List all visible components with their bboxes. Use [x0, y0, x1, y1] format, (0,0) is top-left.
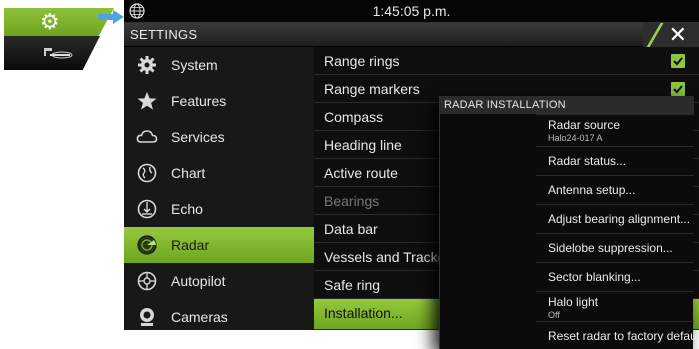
sidebar-item-label: Echo — [171, 201, 203, 217]
option-label: Heading line — [324, 137, 402, 153]
option-label: Installation... — [324, 305, 403, 321]
option-label: Bearings — [324, 193, 380, 209]
sidebar-item-features[interactable]: Features — [124, 83, 314, 119]
dialog-item-antenna-setup[interactable]: Antenna setup... — [536, 175, 694, 203]
option-label: Active route — [324, 165, 398, 181]
sidebar-item-label: Autopilot — [171, 273, 226, 289]
echo-icon — [137, 199, 157, 219]
close-icon[interactable]: ✕ — [669, 22, 687, 48]
dialog-item-label: Reset radar to factory defaults... — [548, 329, 699, 343]
dialog-left-panel — [440, 114, 536, 349]
dialog-item-label: Antenna setup... — [548, 183, 636, 197]
option-label: Vessels and Tracked — [324, 249, 454, 265]
radar-icon — [137, 235, 157, 255]
dialog-item-halo-light[interactable]: Halo light Off — [536, 291, 694, 321]
option-label: Range rings — [324, 53, 400, 69]
dialog-item-label: Adjust bearing alignment... — [548, 212, 691, 226]
divider — [645, 23, 664, 49]
dialog-item-reset-radar[interactable]: Reset radar to factory defaults... — [536, 321, 699, 349]
gear-icon: ⚙ — [40, 9, 60, 34]
dialog-item-label: Sidelobe suppression... — [548, 241, 673, 255]
sidebar-item-radar[interactable]: Radar — [124, 227, 314, 263]
option-label: Data bar — [324, 221, 378, 237]
radar-thumbnail — [4, 36, 100, 70]
dialog-item-sector-blanking[interactable]: Sector blanking... — [536, 262, 694, 290]
dialog-item-sidelobe-suppression[interactable]: Sidelobe suppression... — [536, 233, 694, 261]
globe-icon — [137, 163, 157, 183]
sidebar-item-cameras[interactable]: Cameras — [124, 299, 314, 330]
dialog-title: RADAR INSTALLATION — [440, 96, 694, 114]
sidebar-item-label: Radar — [171, 237, 210, 253]
dialog-item-label: Halo light — [548, 295, 599, 309]
option-range-rings[interactable]: Range rings — [314, 47, 699, 75]
dialog-item-label: Radar source — [548, 118, 621, 132]
sidebar-item-echo[interactable]: Echo — [124, 191, 314, 227]
dialog-item-adjust-bearing-alignment[interactable]: Adjust bearing alignment... — [536, 204, 694, 232]
radar-installation-dialog: RADAR INSTALLATION Radar source Halo24-0… — [439, 96, 699, 349]
status-bar: 1:45:05 p.m. — [124, 0, 699, 23]
checkmark-icon — [673, 57, 683, 66]
title-bar: SETTINGS ✕ — [124, 22, 699, 49]
sidebar-item-label: System — [171, 57, 218, 73]
star-icon — [137, 92, 157, 110]
sidebar-item-chart[interactable]: Chart — [124, 155, 314, 191]
sidebar-item-system[interactable]: System — [124, 47, 314, 83]
clock: 1:45:05 p.m. — [372, 3, 451, 19]
option-label: Compass — [324, 109, 384, 125]
page-title: SETTINGS — [130, 27, 198, 42]
sidebar-item-label: Chart — [171, 165, 206, 181]
dialog-item-value: Halo24-017 A — [548, 133, 603, 143]
dialog-item-label: Sector blanking... — [548, 270, 641, 284]
checkbox[interactable] — [671, 54, 685, 68]
settings-sidebar: System Features Services Chart Echo Rada… — [124, 47, 314, 330]
sidebar-item-services[interactable]: Services — [124, 119, 314, 155]
sidebar-item-label: Services — [171, 129, 225, 145]
arrow-right-icon — [98, 10, 124, 24]
cloud-icon — [136, 130, 158, 143]
steering-wheel-icon — [137, 271, 157, 291]
close-button[interactable]: ✕ — [643, 22, 699, 49]
option-label: Range markers — [324, 81, 420, 97]
sidebar-item-label: Cameras — [171, 309, 228, 325]
dialog-item-radar-status[interactable]: Radar status... — [536, 146, 694, 174]
camera-icon — [140, 308, 154, 326]
dialog-item-label: Radar status... — [548, 154, 627, 168]
option-label: Safe ring — [324, 277, 381, 293]
sidebar-item-label: Features — [171, 93, 227, 109]
sidebar-item-autopilot[interactable]: Autopilot — [124, 263, 314, 299]
gear-icon — [138, 56, 156, 74]
dialog-item-value: Off — [548, 310, 560, 320]
dialog-item-radar-source[interactable]: Radar source Halo24-017 A — [536, 114, 694, 146]
radar-boat-icon — [44, 48, 73, 59]
checkmark-icon — [673, 85, 683, 94]
checkbox[interactable] — [671, 82, 685, 96]
